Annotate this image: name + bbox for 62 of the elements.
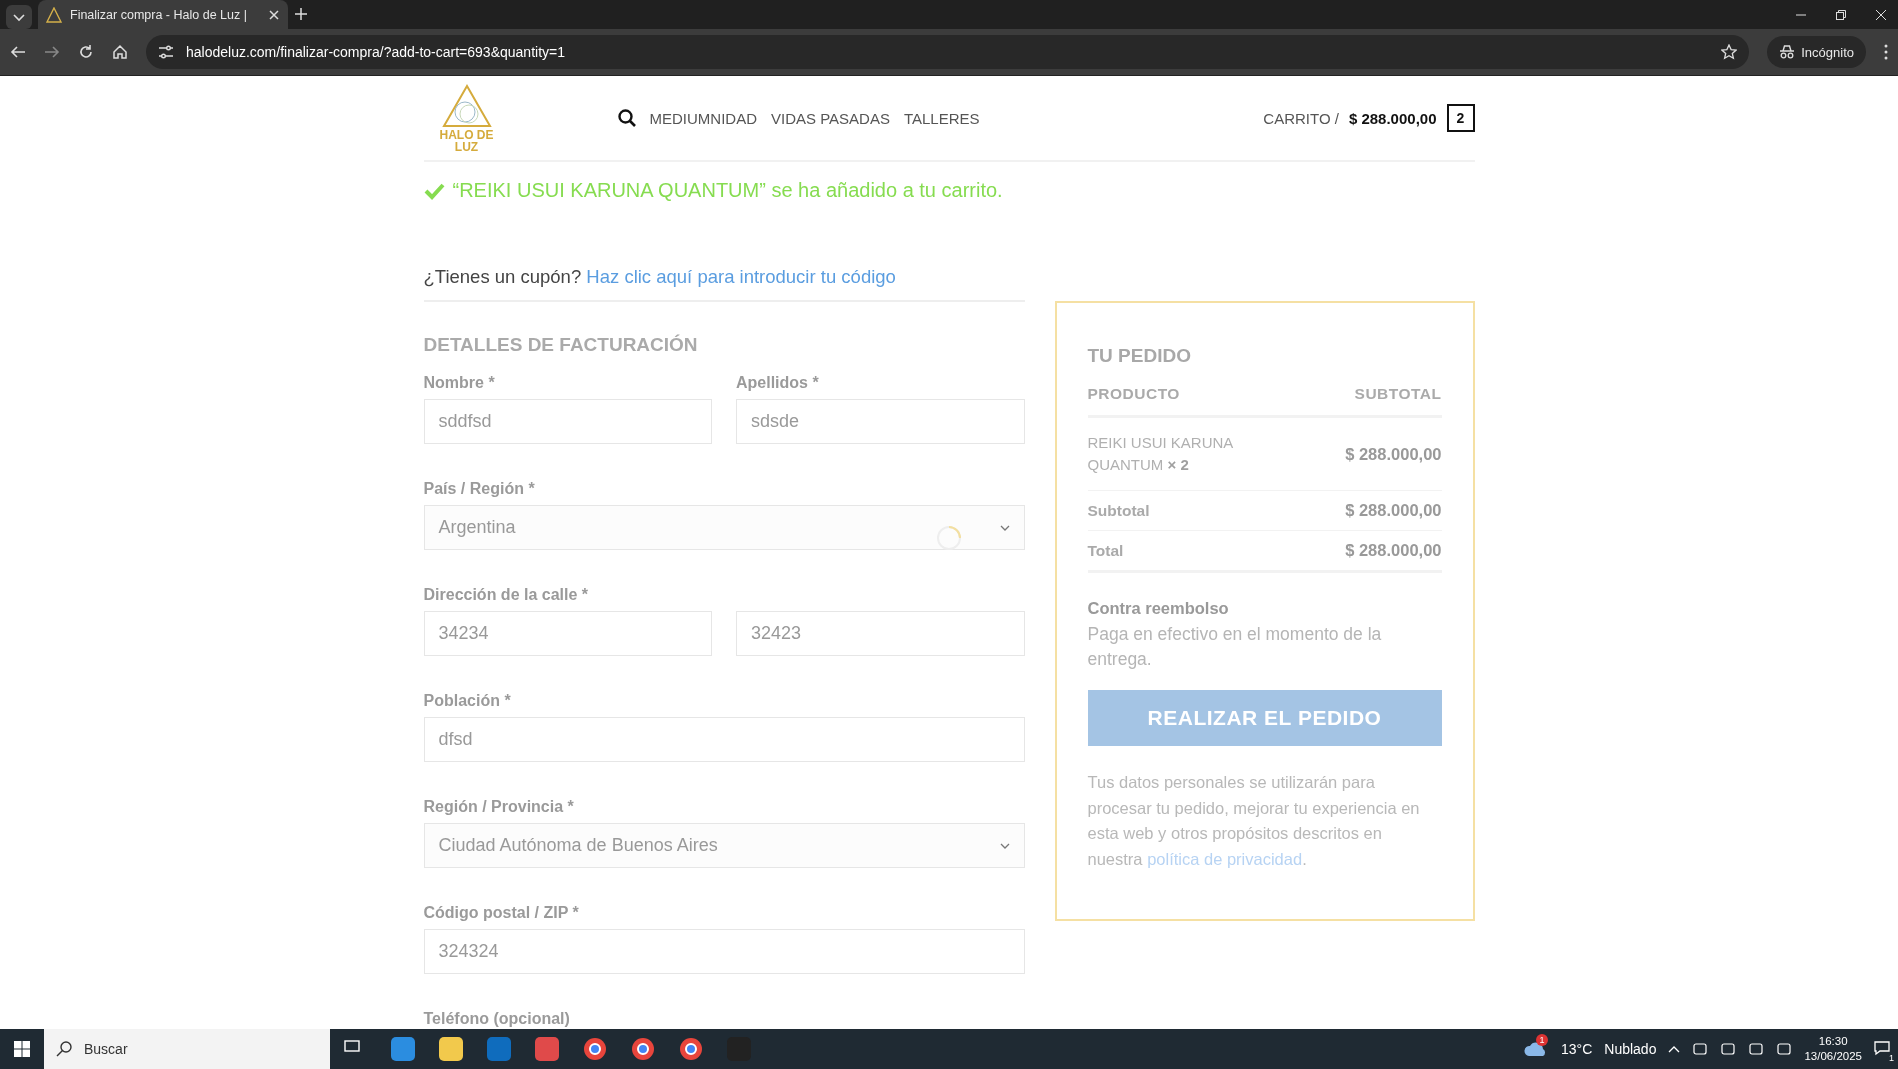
privacy-notice: Tus datos personales se utilizarán para procesar tu pedido, mejorar tu experiencia en esta web y otros propósitos descritos en nuestra política de privacidad. [1087,772,1421,870]
notification-count: 1 [1889,1052,1894,1063]
star-icon[interactable] [1721,44,1738,60]
browser-tab[interactable]: Finalizar compra - Halo de Luz | [38,0,288,29]
site-favicon-icon [46,6,62,23]
chevron-down-icon [999,524,1010,531]
field-label: Código postal / ZIP * [423,904,580,922]
column-header: PRODUCTO [1087,385,1180,403]
totals-value: $ 288.000,00 [1345,501,1442,520]
chevron-up-icon[interactable] [1668,1045,1681,1053]
tab-list-icon[interactable] [6,5,32,29]
restore-icon[interactable] [1836,9,1846,20]
weather-badge: 1 [1536,1033,1548,1046]
column-header: SUBTOTAL [1354,385,1442,403]
field-label: Nombre * [423,374,496,392]
address-bar[interactable]: halodeluz.com/finalizar-compra/?add-to-cart=693&quantity=1 [146,35,1750,69]
new-tab-icon[interactable] [294,7,308,21]
field-label: Región / Provincia * [423,798,575,816]
nav-link[interactable]: MEDIUMNIDAD [649,109,757,127]
product-subtotal: $ 288.000,00 [1345,444,1442,464]
loading-spinner-icon [936,526,961,550]
nav-link[interactable]: VIDAS PASADAS [771,109,890,127]
field-label: Dirección de la calle * [423,586,590,604]
search-icon [56,1041,72,1057]
billing-title: DETALLES DE FACTURACIÓN [423,334,699,356]
coupon-prompt: ¿Tienes un cupón? Haz clic aquí para introducir tu código [423,266,1025,302]
added-to-cart-message: “REIKI USUI KARUNA QUANTUM” se ha añadido a tu carrito. [452,179,1003,202]
cart-label[interactable]: CARRITO / [1263,109,1339,127]
chevron-down-icon [999,842,1010,849]
payment-description: Paga en efectivo en el momento de la entrega. [1087,623,1383,671]
site-settings-icon[interactable] [158,44,174,60]
nav-link[interactable]: TALLERES [903,109,980,127]
windows-start-icon[interactable] [14,1041,30,1057]
app-icon[interactable] [534,1036,560,1062]
home-icon[interactable] [112,44,128,60]
product-name: REIKI USUI KARUNA QUANTUM × 2 [1087,433,1234,475]
incognito-icon [1779,44,1796,60]
url-text: halodeluz.com/finalizar-compra/?add-to-cart=693&quantity=1 [186,44,565,60]
cart-total[interactable]: $ 288.000,00 [1348,109,1437,127]
field-label: Teléfono (opcional) [423,1010,571,1028]
cart-count-badge[interactable]: 2 [1446,104,1475,132]
close-icon[interactable] [268,8,280,21]
reload-icon[interactable] [78,44,94,60]
payment-method-title: Contra reembolso [1087,599,1230,618]
order-title: TU PEDIDO [1087,345,1192,367]
field-label: Apellidos * [736,374,820,392]
totals-label: Subtotal [1087,501,1150,520]
weather-text[interactable]: Nublado [1604,1041,1657,1057]
field-label: País / Región * [423,480,536,498]
forward-arrow-icon[interactable] [44,44,60,60]
totals-label: Total [1087,541,1124,560]
totals-value: $ 288.000,00 [1345,541,1442,560]
close-icon[interactable] [1876,9,1886,20]
notification-icon[interactable] [1874,1039,1890,1056]
taskbar-search-field[interactable]: Buscar [44,1029,330,1069]
temperature[interactable]: 13°C [1561,1041,1593,1057]
field-label: Población * [423,692,512,710]
clock[interactable]: 16:30 13/06/2025 [1804,1034,1862,1064]
search-icon[interactable] [617,109,636,127]
back-arrow-icon[interactable] [10,44,26,60]
more-menu-icon[interactable] [1884,44,1888,60]
incognito-button[interactable]: Incógnito [1767,36,1866,68]
